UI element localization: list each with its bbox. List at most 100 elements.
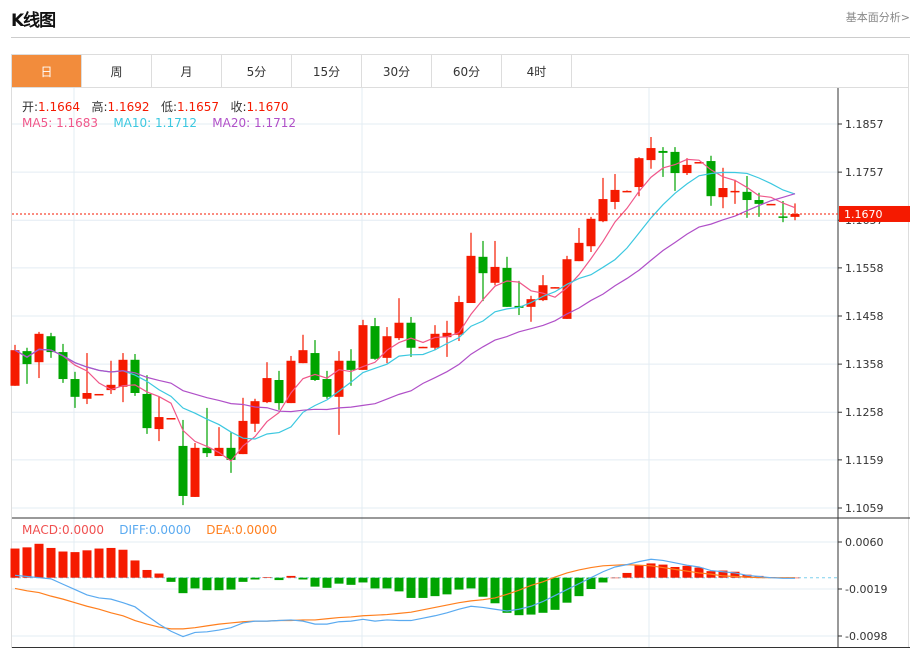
candle-up <box>10 350 20 386</box>
candle-up <box>586 218 596 247</box>
diff-value: DIFF:0.0000 <box>119 523 191 537</box>
dea-value: DEA:0.0000 <box>206 523 278 537</box>
macd-bar <box>166 577 176 582</box>
candle-down <box>70 379 80 397</box>
macd-bar <box>382 577 392 589</box>
macd-bar <box>250 577 260 580</box>
ma-info: MA5: 1.1683 MA10: 1.1712 MA20: 1.1712 <box>22 116 296 130</box>
close-label: 收: <box>230 100 247 114</box>
ma10-label: MA10: <box>113 116 156 130</box>
candle-up <box>34 333 44 363</box>
macd-bar <box>310 577 320 587</box>
open-value: 1.1664 <box>38 100 81 114</box>
macd-bar <box>214 577 224 591</box>
candle-down <box>178 445 188 496</box>
candle-down <box>754 200 764 204</box>
candle-up <box>634 158 644 188</box>
price-tick-label: 1.1857 <box>845 118 884 131</box>
macd-bar <box>454 577 464 590</box>
candle-up <box>598 199 608 222</box>
candle-up <box>646 148 656 161</box>
macd-bar <box>238 577 248 582</box>
low-value: 1.1657 <box>177 100 220 114</box>
macd-bar <box>22 547 32 578</box>
candle-down <box>406 322 416 348</box>
macd-bar <box>286 575 296 578</box>
ma20-value: 1.1712 <box>254 116 296 130</box>
price-tick-label: 1.1059 <box>845 502 884 515</box>
macd-bar <box>334 577 344 584</box>
macd-bar <box>58 551 68 578</box>
candle-up <box>166 418 176 420</box>
candle-up <box>82 392 92 399</box>
candle-up <box>766 203 776 206</box>
candle-up <box>418 346 428 349</box>
macd-bar <box>94 548 104 578</box>
macd-bar <box>478 577 488 597</box>
macd-bar <box>418 577 428 598</box>
candle-up <box>286 360 296 404</box>
candle-down <box>274 380 284 404</box>
candle-up <box>454 302 464 335</box>
macd-bar <box>178 577 188 594</box>
candle-down <box>502 267 512 307</box>
macd-bar <box>70 552 80 578</box>
macd-value: MACD:0.0000 <box>22 523 105 537</box>
candle-down <box>778 216 788 218</box>
macd-bar <box>154 573 164 578</box>
macd-bar <box>298 577 308 580</box>
high-label: 高: <box>91 100 108 114</box>
candle-down <box>478 256 488 274</box>
candle-up <box>382 336 392 358</box>
ma5-label: MA5: <box>22 116 57 130</box>
macd-bar <box>634 565 644 578</box>
high-value: 1.1692 <box>107 100 150 114</box>
macd-bar <box>190 577 200 589</box>
macd-bar <box>490 577 500 604</box>
price-tick-label: 1.1358 <box>845 358 884 371</box>
macd-bar <box>574 577 584 597</box>
candle-up <box>250 401 260 424</box>
macd-bar <box>358 577 368 583</box>
candle-up <box>118 359 128 387</box>
macd-tick-label: 0.0060 <box>845 536 884 549</box>
macd-bar <box>274 577 284 581</box>
macd-bar <box>46 547 56 578</box>
candle-down <box>322 379 332 397</box>
macd-bar <box>622 572 632 578</box>
price-tick-label: 1.1458 <box>845 310 884 323</box>
macd-bar <box>430 577 440 597</box>
candle-up <box>718 188 728 198</box>
candle-up <box>94 393 104 396</box>
candle-up <box>574 242 584 262</box>
macd-bar <box>394 577 404 592</box>
candle-up <box>262 378 272 403</box>
macd-tick-label: -0.0098 <box>845 630 887 643</box>
current-price-label: 1.1670 <box>844 208 883 221</box>
ma20-label: MA20: <box>212 116 254 130</box>
macd-bar <box>106 547 116 578</box>
macd-bar <box>466 577 476 589</box>
candle-down <box>742 191 752 201</box>
candle-up <box>730 190 740 193</box>
price-tick-label: 1.1159 <box>845 454 884 467</box>
close-value: 1.1670 <box>246 100 289 114</box>
macd-bar <box>82 550 92 578</box>
candle-up <box>154 417 164 430</box>
candle-up <box>622 190 632 193</box>
ma5-value: 1.1683 <box>56 116 99 130</box>
macd-bar <box>130 560 140 578</box>
ma10-line <box>14 171 796 440</box>
macd-bar <box>142 569 152 578</box>
candle-up <box>394 322 404 339</box>
candle-down <box>706 161 716 197</box>
macd-bar <box>262 577 272 578</box>
macd-bar <box>346 577 356 585</box>
price-tick-label: 1.1558 <box>845 262 884 275</box>
price-tick-label: 1.1757 <box>845 166 884 179</box>
macd-bar <box>118 549 128 578</box>
candle-up <box>490 266 500 283</box>
candle-up <box>358 325 368 370</box>
ma10-value: 1.1712 <box>155 116 198 130</box>
macd-bar <box>526 577 536 615</box>
